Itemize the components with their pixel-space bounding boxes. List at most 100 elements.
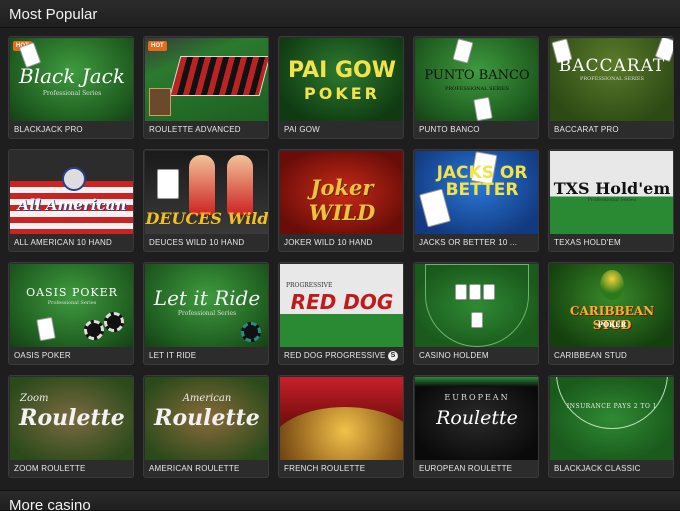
game-label: ZOOM ROULETTE	[14, 464, 86, 473]
game-logo: Roulette	[154, 405, 260, 431]
most-popular-header: Most Popular	[0, 0, 680, 28]
game-thumbnail: EUROPEAN Roulette	[415, 377, 538, 460]
game-label: BACCARAT PRO	[554, 125, 619, 134]
chip-icon	[84, 320, 104, 340]
pinup-figure	[189, 155, 215, 215]
game-thumbnail: HOT Black Jack Professional Series	[10, 38, 133, 121]
game-label: LET IT RIDE	[149, 351, 197, 360]
more-casino-header: More casino	[0, 490, 680, 511]
roulette-wheel-icon	[280, 407, 403, 460]
game-tile-zoom-roulette[interactable]: Zoom Roulette ZOOM ROULETTE	[8, 375, 134, 478]
game-thumbnail: DEUCES Wild	[145, 151, 269, 234]
game-tile-joker-wild[interactable]: Joker WILD JOKER WILD 10 HAND	[278, 149, 404, 252]
game-tile-french-roulette[interactable]: FRENCH ROULETTE	[278, 375, 404, 478]
game-logo-sub: INSURANCE PAYS 2 TO 1	[566, 403, 658, 410]
roulette-table-icon	[169, 56, 268, 96]
game-logo-sub: Professional Series	[587, 197, 637, 203]
card-icon	[471, 312, 483, 328]
game-label: JACKS OR BETTER 10 ...	[419, 238, 518, 247]
game-thumbnail: PROGRESSIVE RED DOG	[280, 264, 403, 347]
game-label: BLACKJACK PRO	[14, 125, 83, 134]
game-label: ALL AMERICAN 10 HAND	[14, 238, 112, 247]
game-logo: Joker WILD	[308, 175, 376, 225]
game-thumbnail: OASIS POKER Professional Series	[10, 264, 133, 347]
game-label: BLACKJACK CLASSIC	[554, 464, 641, 473]
chip-stack-icon	[149, 88, 171, 116]
game-thumbnail: JACKS OR BETTER	[415, 151, 538, 234]
game-thumbnail: PUNTO BANCO PROFESSIONAL SERIES	[415, 38, 538, 121]
game-thumbnail: Joker WILD	[280, 151, 403, 234]
card-icon	[469, 284, 481, 300]
game-thumbnail: PAI GOW POKER	[280, 38, 403, 121]
game-tile-all-american[interactable]: All American ALL AMERICAN 10 HAND	[8, 149, 134, 252]
game-tile-pai-gow[interactable]: PAI GOW POKER PAI GOW	[278, 36, 404, 139]
game-tile-red-dog-progressive[interactable]: PROGRESSIVE RED DOG RED DOG PROGRESSIVE …	[278, 262, 404, 365]
game-tile-blackjack-classic[interactable]: INSURANCE PAYS 2 TO 1 BLACKJACK CLASSIC	[548, 375, 674, 478]
most-popular-title: Most Popular	[9, 6, 98, 23]
game-logo: PAI GOW	[287, 58, 396, 83]
card-icon	[473, 96, 493, 121]
game-thumbnail: HOT	[145, 38, 268, 121]
game-tile-jacks-or-better[interactable]: JACKS OR BETTER JACKS OR BETTER 10 ...	[413, 149, 539, 252]
game-thumbnail: American Roulette	[145, 377, 268, 460]
card-icon	[36, 316, 56, 342]
game-thumbnail: All American	[10, 151, 133, 234]
game-logo-sub: POKER	[597, 320, 627, 329]
game-tile-caribbean-stud[interactable]: CARIBBEAN STUD POKER CARIBBEAN STUD	[548, 262, 674, 365]
game-logo-sub: EUROPEAN	[444, 393, 510, 402]
game-logo: RED DOG	[290, 290, 394, 314]
game-logo-sub: Professional Series	[42, 90, 102, 97]
game-tile-american-roulette[interactable]: American Roulette AMERICAN ROULETTE	[143, 375, 269, 478]
game-logo-sub: Professional Series	[47, 300, 97, 306]
game-tile-deuces-wild[interactable]: DEUCES Wild DEUCES WILD 10 HAND	[143, 149, 269, 252]
game-logo-sub: Professional Series	[177, 310, 237, 317]
progressive-badge-icon: S	[388, 351, 398, 361]
card-icon	[483, 284, 495, 300]
game-label: CASINO HOLDEM	[419, 351, 489, 360]
game-label: PAI GOW	[284, 125, 320, 134]
game-tile-casino-holdem[interactable]: CASINO HOLDEM	[413, 262, 539, 365]
game-logo: Black Jack	[19, 64, 125, 88]
game-tile-texas-holdem[interactable]: TXS Hold'em Professional Series TEXAS HO…	[548, 149, 674, 252]
game-logo: DEUCES Wild	[145, 209, 269, 228]
game-thumbnail: TXS Hold'em Professional Series	[550, 151, 673, 234]
chip-icon	[104, 312, 124, 332]
game-logo: JACKS OR BETTER	[436, 163, 528, 200]
game-tile-let-it-ride[interactable]: Let it Ride Professional Series LET IT R…	[143, 262, 269, 365]
game-logo: PUNTO BANCO	[424, 68, 530, 83]
game-label: OASIS POKER	[14, 351, 71, 360]
pinup-figure	[227, 155, 253, 215]
game-label: AMERICAN ROULETTE	[149, 464, 240, 473]
game-tile-punto-banco[interactable]: PUNTO BANCO PROFESSIONAL SERIES PUNTO BA…	[413, 36, 539, 139]
card-icon	[452, 38, 474, 64]
game-label: DEUCES WILD 10 HAND	[149, 238, 245, 247]
game-tile-baccarat-pro[interactable]: BACCARAT PROFESSIONAL SERIES BACCARAT PR…	[548, 36, 674, 139]
game-logo: Roulette	[19, 405, 125, 431]
felt-strip	[415, 377, 538, 387]
game-logo: OASIS POKER	[26, 286, 118, 299]
game-tile-blackjack-pro[interactable]: HOT Black Jack Professional Series BLACK…	[8, 36, 134, 139]
game-thumbnail: CARIBBEAN STUD POKER	[550, 264, 673, 347]
hot-badge: HOT	[148, 41, 167, 51]
game-tile-roulette-advanced[interactable]: HOT ROULETTE ADVANCED	[143, 36, 269, 139]
table-outline	[425, 264, 529, 347]
games-grid: HOT Black Jack Professional Series BLACK…	[8, 36, 674, 478]
game-logo: Roulette	[436, 407, 518, 429]
game-thumbnail: Zoom Roulette	[10, 377, 133, 460]
chip-icon	[241, 322, 261, 342]
game-thumbnail: Let it Ride Professional Series	[145, 264, 268, 347]
game-label: JOKER WILD 10 HAND	[284, 238, 373, 247]
game-logo-sub: PROFESSIONAL SERIES	[580, 76, 644, 82]
game-label: FRENCH ROULETTE	[284, 464, 366, 473]
card-icon	[455, 284, 467, 300]
game-logo-sub: Zoom	[20, 393, 49, 404]
game-logo: Let it Ride	[153, 286, 261, 310]
game-tile-oasis-poker[interactable]: OASIS POKER Professional Series OASIS PO…	[8, 262, 134, 365]
game-label: RED DOG PROGRESSIVE	[284, 351, 386, 360]
game-logo: All American	[17, 196, 127, 214]
game-tile-european-roulette[interactable]: EUROPEAN Roulette EUROPEAN ROULETTE	[413, 375, 539, 478]
more-casino-title: More casino	[9, 497, 91, 511]
game-label: PUNTO BANCO	[419, 125, 480, 134]
game-logo-sub: POKER	[304, 84, 380, 103]
game-logo: BACCARAT	[558, 56, 666, 76]
